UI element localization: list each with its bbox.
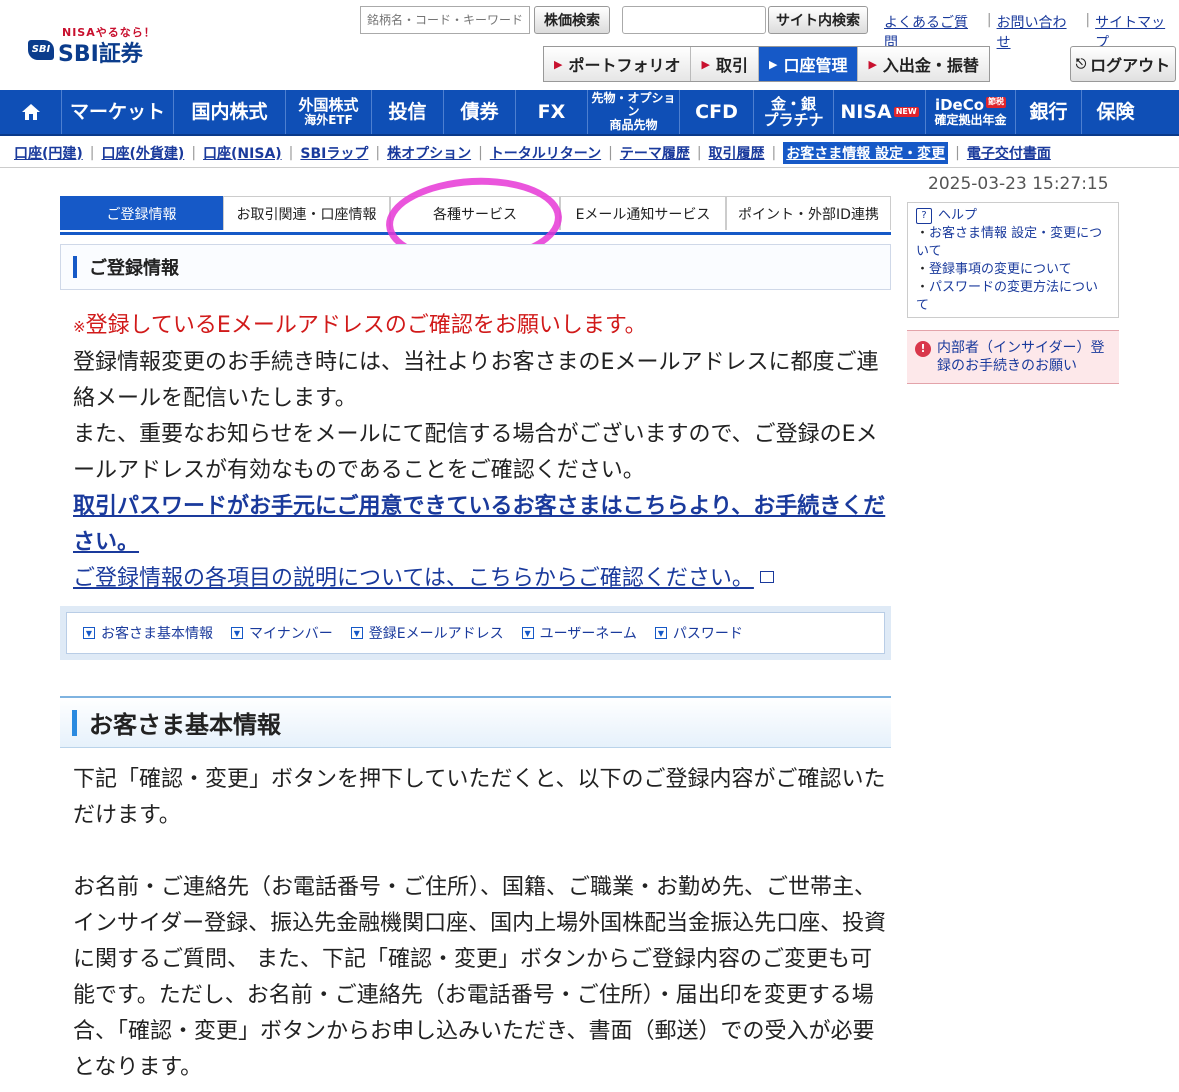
arrow-right-icon: ▶ bbox=[701, 57, 710, 71]
anchor-email[interactable]: ▼ 登録Eメールアドレス bbox=[350, 623, 504, 643]
timestamp: 2025-03-23 15:27:15 bbox=[928, 174, 1109, 194]
basic-info-p1: 下記「確認・変更」ボタンを押下していただくと、以下のご登録内容がご確認いただけま… bbox=[73, 767, 886, 828]
nav-trade[interactable]: ▶ 取引 bbox=[691, 47, 759, 81]
chevron-down-icon: ▼ bbox=[521, 627, 534, 639]
section-title: ご登録情報 bbox=[89, 258, 179, 279]
account-subnav: 口座(円建) | 口座(外貨建) | 口座(NISA) | SBIラップ | 株オプショ… bbox=[0, 138, 1179, 168]
notice-line-2: また、重要なお知らせをメールにて配信する場合がございますので、ご登録のEメールア… bbox=[73, 422, 878, 483]
subnav-e-delivery[interactable]: 電子交付書面 bbox=[967, 143, 1051, 163]
help-customer-info[interactable]: お客さま情報 設定・変更について bbox=[916, 226, 1102, 259]
gnav-domestic-stock[interactable]: 国内株式 bbox=[174, 90, 286, 134]
chevron-down-icon: ▼ bbox=[350, 627, 363, 639]
alert-icon: ! bbox=[915, 341, 931, 357]
nav-portfolio[interactable]: ▶ ポートフォリオ bbox=[544, 47, 692, 81]
tax-badge: 節税 bbox=[986, 97, 1007, 108]
nav-deposit[interactable]: ▶ 入出金・振替 bbox=[858, 47, 989, 81]
notice-line-1: 登録情報変更のお手続き時には、当社よりお客さまのEメールアドレスに都度ご連絡メー… bbox=[73, 350, 879, 411]
sbi-logo[interactable]: NISAやるなら！ SBI SBI証券 bbox=[28, 24, 168, 68]
home-icon bbox=[21, 104, 40, 120]
anchor-username[interactable]: ▼ ユーザーネーム bbox=[521, 623, 637, 643]
basic-info-title: お客さま基本情報 bbox=[89, 711, 281, 739]
subnav-yen[interactable]: 口座(円建) bbox=[14, 143, 83, 163]
section-header: ご登録情報 bbox=[60, 244, 891, 290]
main-nav: ▶ ポートフォリオ ▶ 取引 ▶ 口座管理 ▶ 入出金・振替 bbox=[543, 46, 990, 82]
stock-search-input[interactable] bbox=[360, 6, 530, 34]
subnav-theme-history[interactable]: テーマ履歴 bbox=[620, 143, 690, 163]
anchor-password[interactable]: ▼ パスワード bbox=[654, 623, 743, 643]
subnav-trade-history[interactable]: 取引履歴 bbox=[709, 143, 765, 163]
tab-email-notify[interactable]: Eメール通知サービス bbox=[560, 196, 726, 230]
subnav-nisa[interactable]: 口座(NISA) bbox=[203, 143, 282, 163]
email-warning: ※登録しているEメールアドレスのご確認をお願いします。 bbox=[73, 313, 647, 338]
chevron-down-icon: ▼ bbox=[83, 627, 95, 639]
arrow-right-icon: ▶ bbox=[868, 57, 877, 71]
help-password-change[interactable]: パスワードの変更方法について bbox=[916, 280, 1098, 313]
gnav-fx[interactable]: FX bbox=[516, 90, 588, 134]
gnav-bank[interactable]: 銀行 bbox=[1016, 90, 1082, 134]
basic-info-p2: お名前・ご連絡先（お電話番号・ご住所）、国籍、ご職業・お勤め先、ご世帯主、インサ… bbox=[73, 875, 887, 1080]
contact-link[interactable]: お問い合わせ bbox=[997, 12, 1081, 52]
chevron-down-icon: ▼ bbox=[231, 627, 243, 639]
anchor-basic-info[interactable]: ▼ お客さま基本情報 bbox=[83, 623, 213, 643]
home-button[interactable] bbox=[0, 90, 62, 134]
password-procedure-link[interactable]: 取引パスワードがお手元にご用意できているお客さまはこちらより、お手続きください。 bbox=[73, 494, 885, 555]
nav-account[interactable]: ▶ 口座管理 bbox=[758, 47, 859, 81]
gnav-bond[interactable]: 債券 bbox=[444, 90, 516, 134]
tab-trade-account[interactable]: お取引関連・口座情報 bbox=[223, 196, 390, 230]
logout-icon: ⎋ bbox=[1075, 56, 1087, 72]
arrow-right-icon: ▶ bbox=[554, 57, 563, 71]
stock-search-button[interactable]: 株価検索 bbox=[534, 6, 610, 34]
help-registration-change[interactable]: 登録事項の変更について bbox=[929, 262, 1072, 277]
subnav-total-return[interactable]: トータルリターン bbox=[490, 143, 601, 163]
help-icon: ? bbox=[916, 208, 932, 224]
gnav-nisa[interactable]: NISA NEW bbox=[834, 90, 926, 134]
global-nav: マーケット 国内株式 外国株式 海外ETF 投信 債券 FX 先物・オプション 商品… bbox=[0, 90, 1179, 136]
gnav-futures[interactable]: 先物・オプション 商品先物 bbox=[588, 90, 680, 134]
anchor-nav: ▼ お客さま基本情報 ▼ マイナンバー ▼ 登録Eメールアドレス ▼ ユーザーネーム ▼… bbox=[60, 606, 891, 660]
basic-info-header: お客さま基本情報 bbox=[60, 696, 891, 748]
arrow-right-icon: ▶ bbox=[768, 57, 778, 71]
notice-block: ※登録しているEメールアドレスのご確認をお願いします。 登録情報変更のお手続き時… bbox=[73, 308, 893, 597]
subnav-wrap[interactable]: SBIラップ bbox=[300, 143, 368, 163]
insider-registration-link[interactable]: 内部者（インサイダー）登録のお手続きのお願い bbox=[937, 339, 1111, 383]
subnav-stock-option[interactable]: 株オプション bbox=[387, 143, 471, 163]
external-window-icon bbox=[759, 571, 774, 583]
logout-button[interactable]: ⎋ ログアウト bbox=[1070, 46, 1176, 82]
gnav-foreign-stock[interactable]: 外国株式 海外ETF bbox=[286, 90, 372, 134]
anchor-my-number[interactable]: ▼ マイナンバー bbox=[231, 623, 333, 643]
tab-points-id[interactable]: ポイント・外部ID連携 bbox=[726, 196, 891, 230]
gnav-fund[interactable]: 投信 bbox=[372, 90, 444, 134]
logo-name: SBI証券 bbox=[58, 42, 143, 67]
help-panel: ? ヘルプ ・お客さま情報 設定・変更について ・登録事項の変更について ・パスワ… bbox=[907, 202, 1119, 318]
item-explanation-link[interactable]: ご登録情報の各項目の説明については、こちらからご確認ください。 bbox=[73, 566, 754, 591]
help-link[interactable]: ヘルプ bbox=[938, 207, 977, 225]
gnav-insurance[interactable]: 保険 bbox=[1082, 90, 1149, 134]
gnav-ideco[interactable]: iDeCo 節税 確定拠出年金 bbox=[926, 90, 1016, 134]
new-badge: NEW bbox=[893, 106, 919, 118]
gnav-cfd[interactable]: CFD bbox=[680, 90, 754, 134]
gnav-gold[interactable]: 金・銀 プラチナ bbox=[754, 90, 834, 134]
site-search-button[interactable]: サイト内検索 bbox=[768, 6, 868, 34]
logo-mark: SBI bbox=[28, 40, 54, 60]
insider-alert: ! 内部者（インサイダー）登録のお手続きのお願い bbox=[907, 330, 1119, 384]
site-search-input[interactable] bbox=[622, 6, 766, 34]
subnav-foreign[interactable]: 口座(外貨建) bbox=[102, 143, 185, 163]
gnav-market[interactable]: マーケット bbox=[62, 90, 174, 134]
chevron-down-icon: ▼ bbox=[654, 627, 667, 639]
tab-registration-info[interactable]: ご登録情報 bbox=[60, 196, 223, 230]
subnav-customer-info[interactable]: お客さま情報 設定・変更 bbox=[783, 141, 949, 164]
